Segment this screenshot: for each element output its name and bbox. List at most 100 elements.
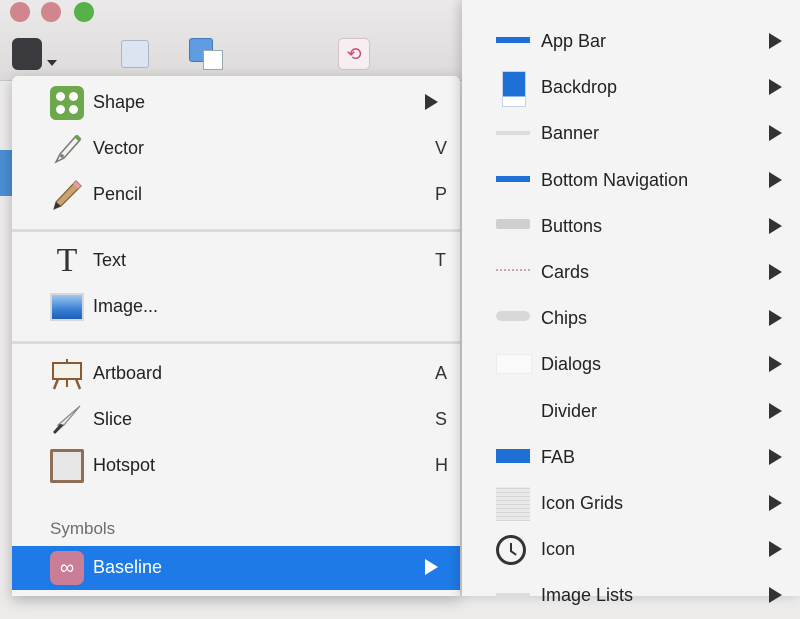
toolbar-symbol-icon[interactable] (121, 40, 149, 68)
menu-item-label: Shape (93, 92, 146, 112)
cards-icon (496, 269, 530, 275)
submenu-item-label: Backdrop (541, 77, 618, 97)
artboard-icon (52, 359, 82, 390)
hotspot-icon (50, 449, 84, 483)
menu-item-label: Vector (93, 138, 145, 158)
submenu-arrow-icon (769, 310, 782, 326)
submenu-item-icon-grids[interactable]: Icon Grids (462, 481, 800, 527)
submenu-item-label: FAB (541, 447, 576, 467)
menu-separator (12, 229, 460, 232)
shortcut-key: H (435, 455, 448, 475)
icon-grids-icon (496, 487, 530, 521)
submenu-item-banner[interactable]: Banner (462, 111, 800, 157)
submenu-arrow-icon (769, 264, 782, 280)
submenu-arrow-icon (769, 541, 782, 557)
menu-item-pencil[interactable]: Pencil P (12, 173, 460, 217)
submenu-item-label: Bottom Navigation (541, 170, 689, 190)
menu-item-baseline[interactable]: ∞ Baseline (12, 546, 460, 590)
submenu-item-dialogs[interactable]: Dialogs (462, 342, 800, 388)
insert-menu: Shape Vector V Pencil P T Text T Image..… (12, 76, 460, 596)
text-icon: T (56, 242, 78, 279)
submenu-item-label: Cards (541, 262, 590, 282)
menu-item-vector[interactable]: Vector V (12, 127, 460, 171)
submenu-item-label: Chips (541, 308, 588, 328)
menu-item-label: Image... (93, 296, 159, 316)
menu-item-text[interactable]: T Text T (12, 239, 460, 283)
banner-icon (496, 131, 530, 135)
menu-item-label: Slice (93, 409, 133, 429)
backdrop-icon (502, 71, 526, 107)
section-header-symbols: Symbols (50, 519, 116, 538)
submenu-arrow-icon (769, 218, 782, 234)
submenu-item-cards[interactable]: Cards (462, 250, 800, 296)
submenu-arrow-icon (769, 172, 782, 188)
bottom-navigation-icon (496, 176, 530, 182)
shortcut-key: P (435, 184, 448, 204)
pencil-icon (53, 180, 82, 211)
submenu-arrow-icon (769, 33, 782, 49)
buttons-icon (496, 219, 530, 229)
image-lists-icon (496, 593, 530, 597)
submenu-arrow-icon (769, 449, 782, 465)
shortcut-key: V (435, 138, 448, 158)
fab-icon (496, 449, 530, 463)
canvas-selection-strip (0, 150, 12, 196)
menu-separator (12, 341, 460, 344)
menu-item-label: Baseline (93, 557, 163, 577)
shortcut-key: T (435, 250, 446, 270)
shortcut-key: A (435, 363, 448, 383)
submenu-arrow-icon (769, 587, 782, 603)
window-minimize-button[interactable] (41, 2, 61, 22)
baseline-submenu: App Bar Backdrop Banner Bottom Navigatio… (462, 0, 800, 605)
menu-item-label: Text (93, 250, 127, 270)
shortcut-key: S (435, 409, 448, 429)
submenu-item-label: Banner (541, 123, 600, 143)
slice-knife-icon (53, 405, 81, 434)
clock-icon (496, 535, 526, 565)
chevron-down-icon[interactable] (47, 60, 57, 66)
menu-item-hotspot[interactable]: Hotspot H (12, 444, 460, 488)
toolbar-sync-icon[interactable]: ⟲ (338, 38, 370, 70)
menu-item-label: Hotspot (93, 455, 156, 475)
menu-item-label: Pencil (93, 184, 143, 204)
submenu-arrow-icon (769, 495, 782, 511)
chips-icon (496, 311, 530, 321)
submenu-arrow-icon (769, 79, 782, 95)
submenu-arrow-icon (425, 94, 438, 110)
submenu-item-label: Buttons (541, 216, 603, 236)
menu-item-shape[interactable]: Shape (12, 81, 460, 125)
submenu-item-label: Dialogs (541, 354, 602, 374)
shape-icon (50, 86, 84, 120)
insert-toolbar-button[interactable] (12, 38, 42, 70)
submenu-item-divider[interactable]: Divider (462, 389, 800, 435)
submenu-item-label: App Bar (541, 31, 607, 51)
submenu-item-label: Divider (541, 401, 598, 421)
submenu-item-image-lists[interactable]: Image Lists (462, 573, 800, 619)
submenu-arrow-icon (769, 356, 782, 372)
submenu-item-label: Icon Grids (541, 493, 624, 513)
submenu-item-icon[interactable]: Icon (462, 527, 800, 573)
menu-item-image[interactable]: Image... (12, 285, 460, 329)
window-zoom-button[interactable] (74, 2, 94, 22)
submenu-item-backdrop[interactable]: Backdrop (462, 65, 800, 111)
submenu-item-app-bar[interactable]: App Bar (462, 19, 800, 65)
window-titlebar: ⟲ (0, 0, 462, 81)
window-close-button[interactable] (10, 2, 30, 22)
submenu-item-chips[interactable]: Chips (462, 296, 800, 342)
submenu-item-fab[interactable]: FAB (462, 435, 800, 481)
baseline-icon: ∞ (50, 551, 84, 585)
menu-item-artboard[interactable]: Artboard A (12, 352, 460, 396)
submenu-item-label: Icon (541, 539, 576, 559)
toolbar-group-icon-back (203, 50, 223, 70)
submenu-arrow-icon (425, 559, 438, 575)
pen-tool-icon (54, 134, 82, 164)
submenu-item-buttons[interactable]: Buttons (462, 204, 800, 250)
app-bar-icon (496, 37, 530, 43)
submenu-item-bottom-navigation[interactable]: Bottom Navigation (462, 158, 800, 204)
menu-item-slice[interactable]: Slice S (12, 398, 460, 442)
menu-item-label: Artboard (93, 363, 163, 383)
dialogs-icon (496, 354, 532, 374)
image-icon (50, 293, 84, 321)
submenu-arrow-icon (769, 403, 782, 419)
divider-icon (496, 395, 530, 429)
